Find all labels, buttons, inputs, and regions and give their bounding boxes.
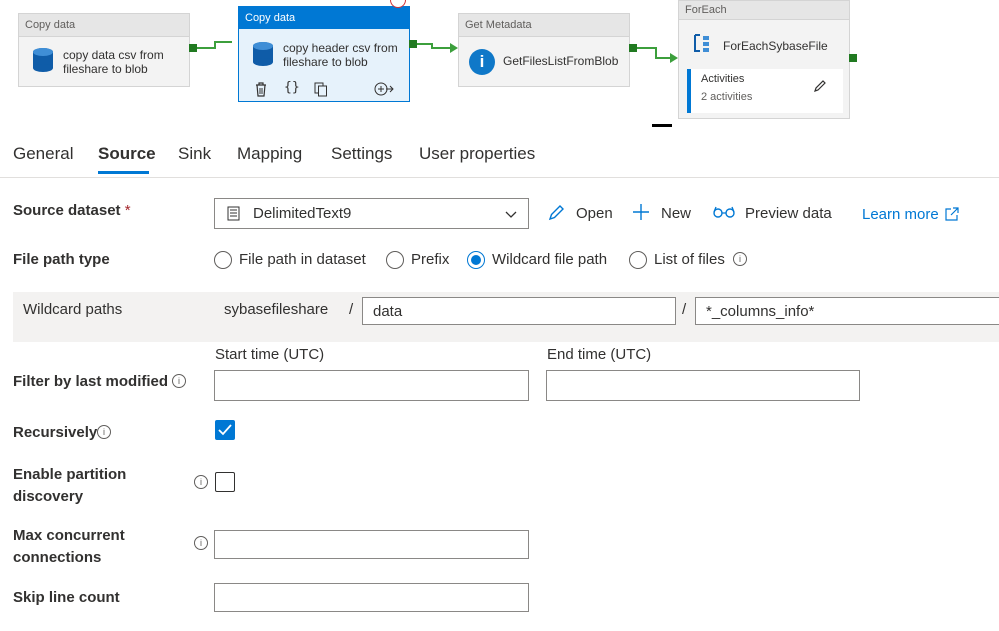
connector-arrow xyxy=(670,53,678,63)
code-icon[interactable]: {} xyxy=(284,80,300,95)
activities-panel[interactable]: Activities 2 activities xyxy=(687,69,843,113)
wildcard-paths-label: Wildcard paths xyxy=(23,301,123,318)
filter-last-modified-label: Filter by last modified xyxy=(13,373,169,390)
radio-label: Wildcard file path xyxy=(492,251,608,268)
label-line: Enable partition xyxy=(13,466,127,483)
info-icon[interactable]: i xyxy=(194,475,208,489)
activity-copy-data-2[interactable]: Copy data copy header csv from fileshare… xyxy=(238,6,410,102)
radio-label: Prefix xyxy=(411,251,450,268)
recursively-label: Recursively xyxy=(13,424,98,441)
foreach-icon xyxy=(694,34,709,52)
radio-label: File path in dataset xyxy=(239,251,366,268)
partition-discovery-checkbox[interactable] xyxy=(215,472,235,492)
activity-type-label: Copy data xyxy=(239,7,409,29)
tab-source[interactable]: Source xyxy=(98,144,156,164)
glasses-icon[interactable] xyxy=(713,206,735,218)
info-icon[interactable]: i xyxy=(733,252,747,266)
connector xyxy=(194,47,214,49)
label-line: discovery xyxy=(13,488,84,505)
activity-type-label: Copy data xyxy=(19,14,189,37)
info-icon[interactable]: i xyxy=(172,374,186,388)
wildcard-folder-input[interactable]: data xyxy=(362,297,676,325)
end-time-label: End time (UTC) xyxy=(547,346,652,363)
add-output-icon[interactable] xyxy=(374,81,394,97)
connector-arrow xyxy=(450,43,458,53)
plus-icon[interactable] xyxy=(632,203,650,221)
radio-label: List of files xyxy=(654,251,725,268)
radio-list-of-files[interactable] xyxy=(629,251,647,269)
output-port[interactable] xyxy=(849,54,857,62)
preview-data-button[interactable]: Preview data xyxy=(745,205,832,222)
new-button[interactable]: New xyxy=(661,205,691,222)
activity-name: GetFilesListFromBlob xyxy=(503,54,619,68)
info-icon[interactable]: i xyxy=(194,536,208,550)
edit-icon[interactable] xyxy=(813,79,827,93)
wildcard-file-value: *_columns_info* xyxy=(706,303,815,320)
info-icon: i xyxy=(469,49,495,75)
activity-copy-data-1[interactable]: Copy data copy data csv from fileshare t… xyxy=(18,13,190,87)
activity-get-metadata[interactable]: Get Metadata i GetFilesListFromBlob xyxy=(458,13,630,87)
file-path-type-label: File path type xyxy=(13,251,110,268)
output-port[interactable] xyxy=(189,44,197,52)
radio-prefix[interactable] xyxy=(386,251,404,269)
label-line: Max concurrent xyxy=(13,527,125,544)
source-dataset-label: Source dataset * xyxy=(13,202,131,219)
chevron-down-icon xyxy=(505,211,517,218)
delete-icon[interactable] xyxy=(254,82,268,97)
active-tab-indicator xyxy=(98,171,149,174)
activity-name: copy data csv from fileshare to blob xyxy=(63,48,164,76)
checkmark-icon xyxy=(218,424,232,436)
start-time-label: Start time (UTC) xyxy=(215,346,325,363)
pencil-icon[interactable] xyxy=(548,203,566,221)
tab-sink[interactable]: Sink xyxy=(178,144,211,164)
source-dataset-value: DelimitedText9 xyxy=(253,205,352,222)
pipeline-canvas: Copy data copy data csv from fileshare t… xyxy=(0,0,999,125)
skip-line-count-label: Skip line count xyxy=(13,589,120,606)
max-concurrent-connections-label: Max concurrent connections xyxy=(13,525,125,569)
open-button[interactable]: Open xyxy=(576,205,613,222)
wildcard-file-input[interactable]: *_columns_info* xyxy=(695,297,999,325)
path-separator: / xyxy=(349,301,354,318)
activity-type-label: ForEach xyxy=(679,1,849,20)
external-link-icon xyxy=(945,207,959,221)
connector xyxy=(417,43,431,45)
start-time-input[interactable] xyxy=(214,370,529,401)
output-port[interactable] xyxy=(409,40,417,48)
source-dataset-select[interactable]: DelimitedText9 xyxy=(214,198,529,229)
activities-count: 2 activities xyxy=(701,91,753,103)
path-separator: / xyxy=(682,301,687,318)
activity-name: ForEachSybaseFile xyxy=(723,39,828,53)
required-marker: * xyxy=(124,202,131,219)
container-name: sybasefileshare xyxy=(224,301,329,318)
recursively-checkbox[interactable] xyxy=(215,420,235,440)
info-icon[interactable]: i xyxy=(97,425,111,439)
activity-name: copy header csv from fileshare to blob xyxy=(283,41,398,69)
dataset-icon xyxy=(227,206,240,221)
end-time-input[interactable] xyxy=(546,370,860,401)
database-icon xyxy=(253,42,273,66)
activities-label: Activities xyxy=(701,73,745,85)
output-port[interactable] xyxy=(629,44,637,52)
copy-icon[interactable] xyxy=(314,82,328,97)
partition-discovery-label: Enable partition discovery xyxy=(13,464,126,508)
activity-type-label: Get Metadata xyxy=(459,14,629,37)
tab-user-properties[interactable]: User properties xyxy=(419,144,535,164)
activity-foreach[interactable]: ForEach ForEachSybaseFile Activities 2 a… xyxy=(678,0,850,119)
skip-line-count-input[interactable] xyxy=(214,583,529,612)
wildcard-folder-value: data xyxy=(373,303,403,320)
database-icon xyxy=(33,48,53,72)
tab-mapping[interactable]: Mapping xyxy=(237,144,302,164)
radio-wildcard-file-path[interactable] xyxy=(467,251,485,269)
max-concurrent-connections-input[interactable] xyxy=(214,530,529,559)
connector xyxy=(214,41,232,43)
tab-general[interactable]: General xyxy=(13,144,73,164)
tab-settings[interactable]: Settings xyxy=(331,144,392,164)
learn-more-link[interactable]: Learn more xyxy=(862,206,939,223)
label-line: connections xyxy=(13,549,102,566)
connector xyxy=(637,47,655,49)
radio-file-path-in-dataset[interactable] xyxy=(214,251,232,269)
